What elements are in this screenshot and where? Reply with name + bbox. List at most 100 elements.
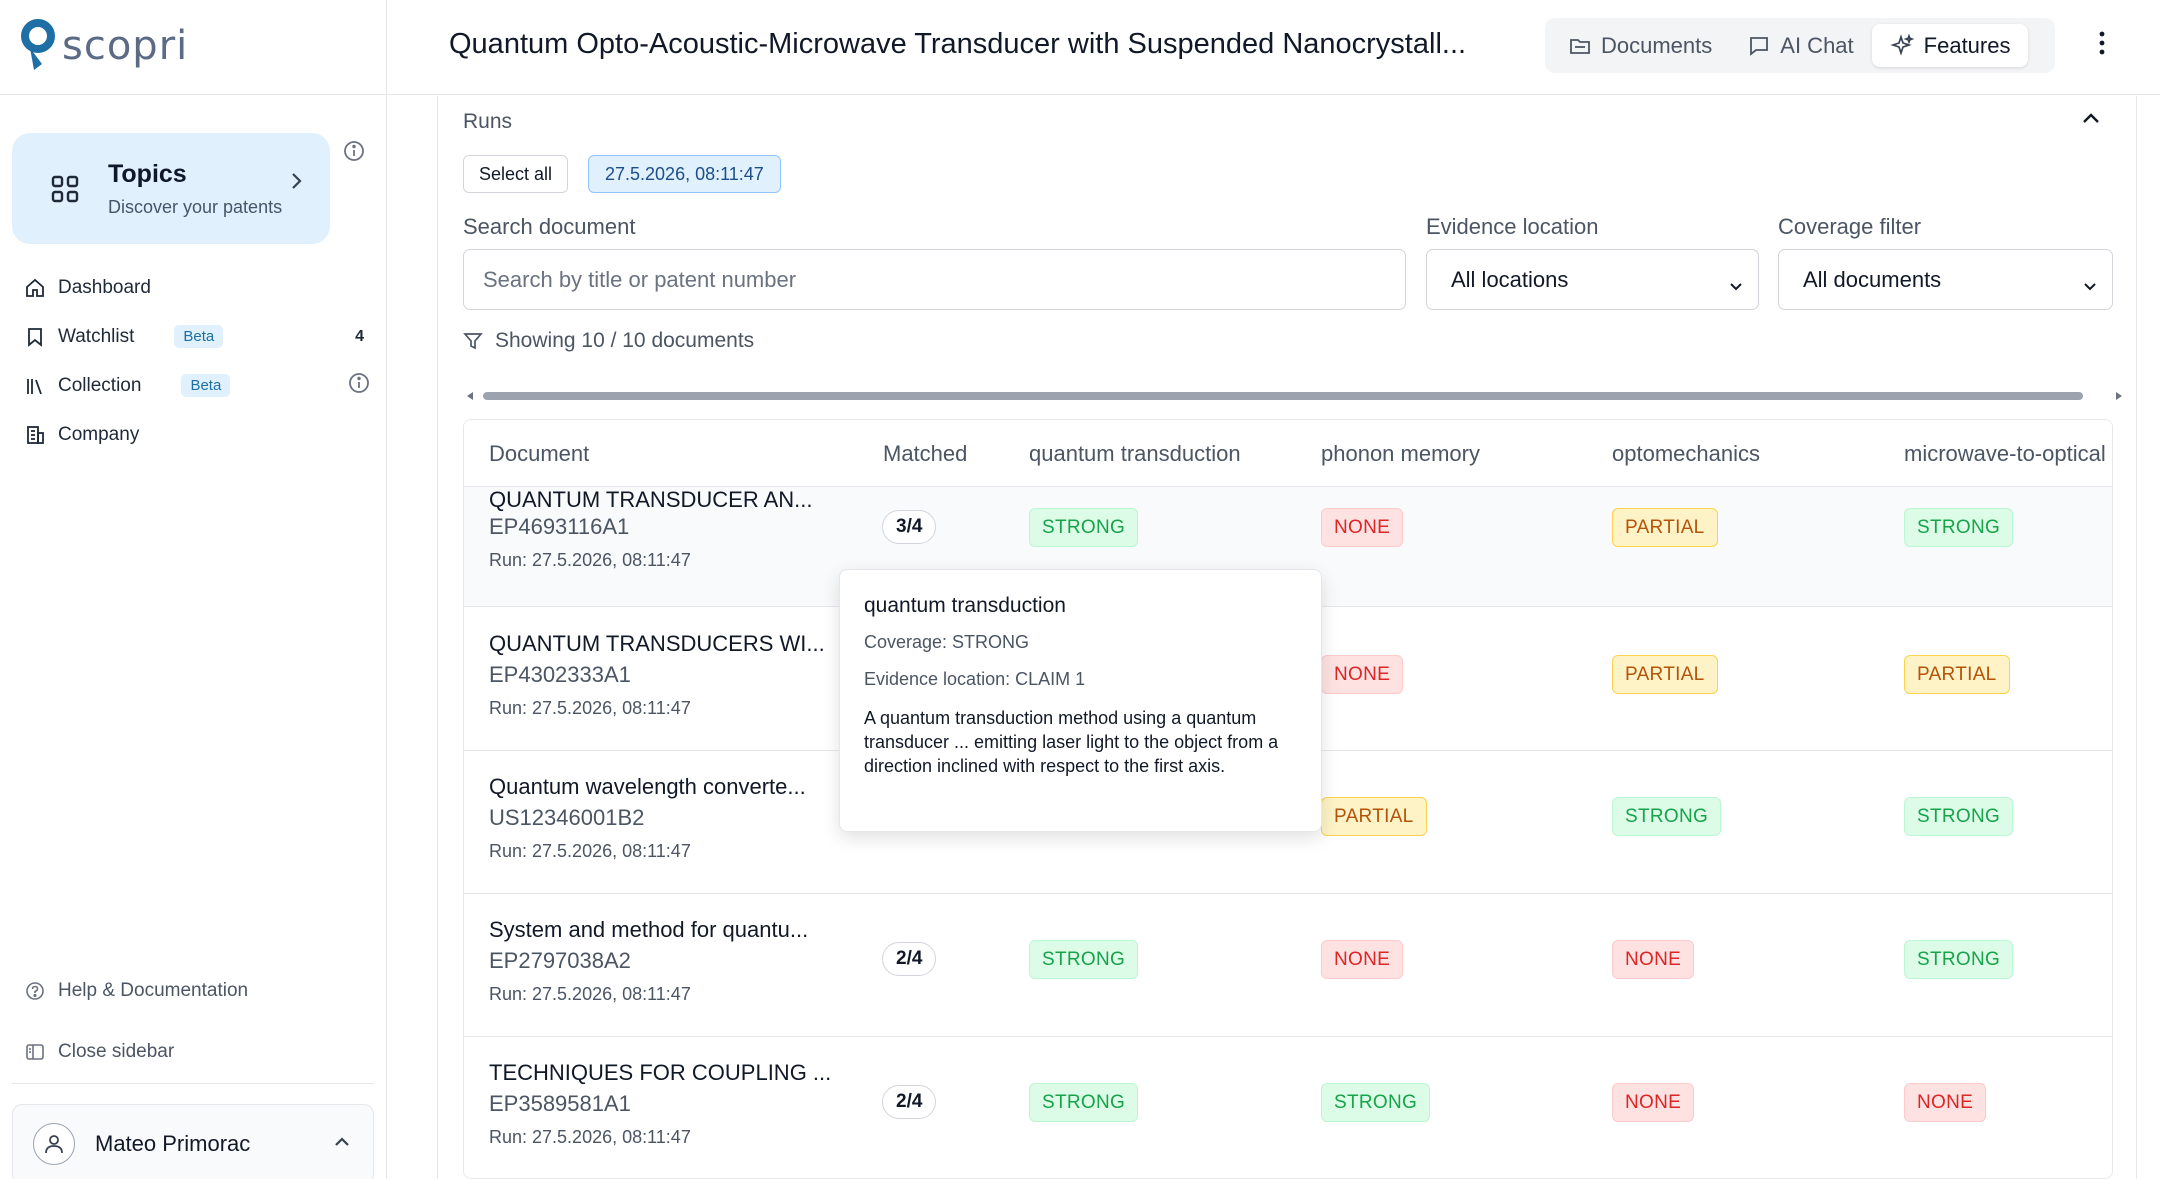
bookmark-icon [24, 326, 46, 348]
horizontal-scrollbar[interactable] [463, 389, 2126, 403]
beta-badge: Beta [174, 325, 224, 348]
sidebar-item-label: Dashboard [58, 276, 151, 298]
scrollbar-thumb[interactable] [483, 392, 2083, 400]
document-title[interactable]: TECHNIQUES FOR COUPLING ... [489, 1060, 831, 1086]
coverage-pill[interactable]: PARTIAL [1904, 655, 2010, 694]
tab-label: Features [1923, 32, 2011, 58]
tooltip-title: quantum transduction [864, 594, 1066, 617]
topics-title: Topics [108, 159, 187, 188]
column-header[interactable]: phonon memory [1321, 420, 1480, 487]
results-count-text: Showing 10 / 10 documents [495, 329, 755, 352]
folder-icon [1569, 36, 1591, 56]
sidebar-item-label: Watchlist [58, 325, 135, 347]
sidebar-item-watchlist[interactable]: Watchlist Beta 4 [24, 312, 364, 361]
user-menu[interactable]: Mateo Primorac [12, 1104, 374, 1179]
help-icon [24, 980, 46, 1002]
more-menu-icon[interactable] [2098, 30, 2106, 61]
document-run: Run: 27.5.2026, 08:11:47 [489, 1127, 691, 1147]
help-documentation-link[interactable]: Help & Documentation [24, 960, 364, 1021]
coverage-pill[interactable]: NONE [1612, 940, 1695, 979]
sidebar: scopri Topics Discover your patents Dash… [0, 0, 387, 1179]
coverage-filter-label: Coverage filter [1778, 214, 1922, 239]
table-row[interactable]: TECHNIQUES FOR COUPLING ... EP3589581A1 … [464, 1037, 2112, 1178]
coverage-pill[interactable]: STRONG [1029, 1083, 1139, 1122]
coverage-pill[interactable]: STRONG [1904, 940, 2014, 979]
chevron-down-icon [1728, 272, 1744, 298]
close-sidebar-label: Close sidebar [58, 1040, 175, 1062]
chevron-down-icon [2082, 272, 2098, 298]
brand-name: scopri [62, 23, 189, 69]
coverage-pill[interactable]: PARTIAL [1612, 508, 1718, 547]
scopri-logo-icon [21, 19, 55, 70]
info-icon[interactable] [343, 140, 365, 167]
document-title[interactable]: QUANTUM TRANSDUCERS WI... [489, 631, 825, 657]
coverage-pill[interactable]: PARTIAL [1612, 655, 1718, 694]
document-title[interactable]: QUANTUM TRANSDUCER AN... [489, 487, 813, 513]
coverage-pill[interactable]: NONE [1612, 1083, 1695, 1122]
coverage-pill[interactable]: STRONG [1904, 797, 2014, 836]
tab-documents[interactable]: Documents [1551, 24, 1730, 67]
evidence-location-value: All locations [1451, 266, 1569, 292]
scroll-right-arrow-icon[interactable] [2116, 392, 2122, 400]
scroll-left-arrow-icon[interactable] [467, 392, 473, 400]
sidebar-item-dashboard[interactable]: Dashboard [24, 263, 364, 312]
topics-card[interactable]: Topics Discover your patents [12, 133, 330, 244]
tooltip-coverage: Coverage: STRONG [864, 632, 1030, 652]
table-row[interactable]: System and method for quantu... EP279703… [464, 894, 2112, 1037]
grid-icon [50, 174, 80, 204]
brand-logo[interactable]: scopri [20, 16, 188, 76]
sidebar-nav: Dashboard Watchlist Beta 4 Collection Be… [24, 263, 369, 459]
table-header: Document Matched quantum transduction ph… [464, 420, 2112, 487]
coverage-pill[interactable]: NONE [1321, 508, 1404, 547]
column-header[interactable]: optomechanics [1612, 420, 1760, 487]
tab-ai-chat[interactable]: AI Chat [1730, 24, 1871, 67]
user-avatar-icon [33, 1123, 75, 1165]
coverage-pill[interactable]: STRONG [1612, 797, 1722, 836]
view-tabs: Documents AI Chat Features [1545, 18, 2055, 73]
coverage-pill[interactable]: NONE [1321, 655, 1404, 694]
document-title[interactable]: System and method for quantu... [489, 917, 808, 943]
home-icon [24, 277, 46, 299]
info-icon[interactable] [348, 372, 370, 400]
search-document-label: Search document [463, 214, 636, 239]
page-header: Quantum Opto-Acoustic-Microwave Transduc… [388, 0, 2160, 95]
tab-features[interactable]: Features [1871, 24, 2029, 67]
coverage-pill[interactable]: STRONG [1321, 1083, 1431, 1122]
building-icon [24, 424, 46, 446]
tooltip-evidence: Evidence location: CLAIM 1 [864, 669, 1086, 689]
coverage-pill[interactable]: STRONG [1904, 508, 2014, 547]
sidebar-item-collection[interactable]: Collection Beta [24, 361, 369, 410]
column-header[interactable]: Matched [883, 420, 967, 487]
document-number: EP4693116A1 [489, 514, 630, 539]
page-title: Quantum Opto-Acoustic-Microwave Transduc… [449, 28, 1467, 60]
coverage-pill[interactable]: STRONG [1029, 508, 1139, 547]
matched-count: 3/4 [882, 510, 937, 544]
coverage-filter-select[interactable]: All documents [1778, 249, 2113, 310]
document-number: US12346001B2 [489, 805, 645, 830]
coverage-pill[interactable]: NONE [1904, 1083, 1987, 1122]
search-input[interactable] [463, 249, 1406, 310]
watchlist-count: 4 [355, 327, 364, 345]
sidebar-item-label: Collection [58, 374, 142, 396]
column-header[interactable]: quantum transduction [1029, 420, 1241, 487]
document-number: EP2797038A2 [489, 948, 631, 973]
document-title[interactable]: Quantum wavelength converte... [489, 774, 806, 800]
sidebar-divider [0, 94, 387, 95]
tab-label: Documents [1601, 32, 1713, 58]
close-sidebar-button[interactable]: Close sidebar [24, 1021, 364, 1082]
coverage-pill[interactable]: STRONG [1029, 940, 1139, 979]
filter-icon [463, 331, 483, 351]
coverage-pill[interactable]: PARTIAL [1321, 797, 1427, 836]
run-chip[interactable]: 27.5.2026, 08:11:47 [588, 155, 781, 193]
chevron-up-icon [333, 1135, 351, 1153]
chevron-up-icon[interactable] [2081, 112, 2101, 131]
results-count: Showing 10 / 10 documents [463, 329, 754, 353]
column-header[interactable]: Document [489, 420, 589, 487]
coverage-pill[interactable]: NONE [1321, 940, 1404, 979]
tab-label: AI Chat [1780, 32, 1854, 58]
matched-count: 2/4 [882, 942, 937, 976]
column-header[interactable]: microwave-to-optical [1904, 420, 2106, 487]
select-all-button[interactable]: Select all [463, 155, 569, 193]
evidence-location-select[interactable]: All locations [1426, 249, 1759, 310]
sidebar-item-company[interactable]: Company [24, 410, 364, 459]
